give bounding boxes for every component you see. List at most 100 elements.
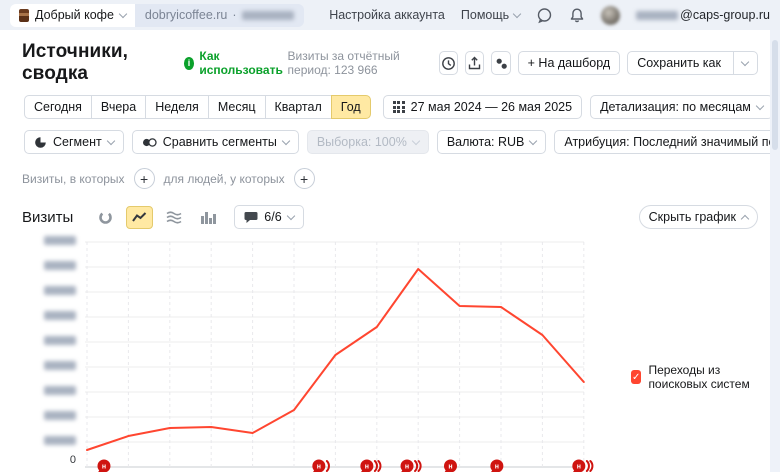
visits-total: Визиты за отчётный период: 123 966 — [288, 49, 424, 77]
chart-legend: ✓ Переходы из поисковых систем — [631, 363, 780, 391]
segment-pie-icon — [34, 136, 47, 149]
add-to-dashboard-button[interactable]: + На дашборд — [518, 51, 621, 75]
top-bar: Добрый кофе dobryicoffee.ru · Настройка … — [0, 0, 780, 30]
save-as-label: Сохранить как — [637, 56, 721, 70]
chevron-down-icon — [286, 211, 294, 219]
detalization-dropdown[interactable]: Детализация: по месяцам — [590, 95, 773, 119]
notes-dropdown[interactable]: 6/6 — [234, 205, 303, 229]
counter-favicon — [19, 9, 29, 22]
period-presets: Сегодня Вчера Неделя Месяц Квартал Год — [24, 95, 371, 119]
y-axis-label-redacted — [30, 286, 76, 295]
filter-conditions: Визиты, в которых + для людей, у которых… — [0, 158, 780, 193]
detalization-label: Детализация: по месяцам — [600, 100, 751, 114]
chart-header: Визиты 6/6 Скрыть график — [0, 193, 780, 229]
chevron-down-icon — [412, 136, 420, 144]
compare-data-button[interactable] — [491, 51, 510, 75]
export-button[interactable] — [465, 51, 484, 75]
preset-quarter[interactable]: Квартал — [265, 95, 332, 119]
chart-title: Визиты — [22, 209, 73, 226]
segment-toolbar: Сегмент Сравнить сегменты Выборка: 100% … — [0, 123, 780, 158]
note-bubble-icon — [244, 211, 258, 224]
line-chart-plot[interactable]: Май 24Июл 24Сен 24Ноя 24Янв 25Мар 25Май … — [85, 242, 595, 472]
two-dots-icon — [494, 56, 509, 71]
legend-checkbox[interactable]: ✓ — [631, 370, 641, 384]
bell-icon[interactable] — [569, 7, 585, 24]
counter-id-redacted — [242, 11, 294, 20]
email-user-redacted — [636, 11, 678, 20]
svg-text:н: н — [365, 464, 369, 471]
counter-selector[interactable]: Добрый кофе dobryicoffee.ru · — [10, 4, 304, 27]
currency-dropdown[interactable]: Валюта: RUB — [437, 130, 547, 154]
notes-count: 6/6 — [264, 210, 281, 224]
account-settings-link[interactable]: Настройка аккаунта — [329, 8, 445, 22]
compare-segments-icon — [142, 136, 157, 149]
date-range-button[interactable]: 27 мая 2024 — 26 мая 2025 — [383, 95, 582, 119]
y-axis-label-redacted — [30, 236, 76, 245]
sampling-label: Выборка: 100% — [317, 135, 407, 149]
scrollbar-track[interactable] — [770, 30, 780, 472]
compare-segments-label: Сравнить сегменты — [163, 135, 277, 149]
add-visit-filter-button[interactable]: + — [134, 168, 155, 189]
help-label: Помощь — [461, 8, 509, 22]
svg-text:н: н — [102, 464, 106, 471]
y-axis-label-redacted — [30, 386, 76, 395]
avatar[interactable] — [601, 6, 620, 25]
y-axis-label-redacted — [30, 361, 76, 370]
line-chart-icon — [132, 211, 147, 224]
currency-label: Валюта: RUB — [447, 135, 525, 149]
svg-text:н: н — [317, 464, 321, 471]
add-people-filter-button[interactable]: + — [294, 168, 315, 189]
y-axis-label-redacted — [30, 336, 76, 345]
counter-domain: dobryicoffee.ru — [145, 8, 227, 22]
visits-chart: 0 Май 24Июл 24Сен 24Ноя 24Янв 25Мар 25Ма… — [0, 235, 780, 472]
chart-type-area-button[interactable] — [160, 206, 187, 229]
preset-yesterday[interactable]: Вчера — [91, 95, 146, 119]
area-chart-icon — [166, 210, 182, 224]
y-axis-label-redacted — [30, 261, 76, 270]
attribution-dropdown[interactable]: Атрибуция: Последний значимый переход кд — [554, 130, 780, 154]
chevron-down-icon — [513, 9, 521, 17]
chevron-down-icon — [756, 101, 764, 109]
counter-domain-id: dobryicoffee.ru · — [135, 4, 304, 27]
attribution-label: Атрибуция: Последний значимый переход — [564, 135, 780, 149]
chart-type-bar-button[interactable] — [194, 206, 221, 229]
people-filter-label: для людей, у которых — [164, 172, 285, 186]
chart-type-donut-button[interactable] — [92, 206, 119, 229]
user-email[interactable]: @caps-group.ru — [636, 8, 770, 22]
help-menu[interactable]: Помощь — [461, 8, 520, 22]
preset-today[interactable]: Сегодня — [24, 95, 92, 119]
clock-icon — [441, 56, 456, 71]
export-icon — [467, 56, 482, 71]
svg-text:н: н — [405, 464, 409, 471]
chevron-down-icon — [119, 9, 127, 17]
scrollbar-thumb[interactable] — [772, 40, 778, 150]
preset-year[interactable]: Год — [331, 95, 371, 119]
save-as-button[interactable]: Сохранить как — [627, 51, 758, 75]
chevron-down-icon — [282, 136, 290, 144]
chat-bubble-icon[interactable] — [536, 7, 553, 24]
preset-month[interactable]: Месяц — [208, 95, 266, 119]
visits-filter-label: Визиты, в которых — [22, 172, 125, 186]
compare-segments-dropdown[interactable]: Сравнить сегменты — [132, 130, 299, 154]
hide-chart-button[interactable]: Скрыть график — [639, 205, 758, 229]
period-toolbar: Сегодня Вчера Неделя Месяц Квартал Год 2… — [0, 92, 780, 123]
history-button[interactable] — [439, 51, 458, 75]
segment-dropdown[interactable]: Сегмент — [24, 130, 124, 154]
calendar-grid-icon — [393, 101, 405, 113]
chevron-down-icon — [106, 136, 114, 144]
page-header: Источники, сводка i Как использовать Виз… — [0, 30, 780, 92]
how-to-use-link[interactable]: i Как использовать — [184, 49, 288, 77]
svg-text:н: н — [495, 464, 499, 471]
info-icon: i — [184, 57, 195, 70]
svg-text:н: н — [448, 464, 452, 471]
preset-week[interactable]: Неделя — [145, 95, 209, 119]
how-to-use-label: Как использовать — [199, 49, 287, 77]
chart-type-line-button[interactable] — [126, 206, 153, 229]
chevron-up-icon — [741, 214, 749, 222]
chevron-down-icon[interactable] — [741, 57, 749, 65]
bar-chart-icon — [200, 210, 216, 224]
chevron-down-icon — [529, 136, 537, 144]
y-axis-label-redacted — [30, 311, 76, 320]
dot-separator: · — [232, 8, 236, 22]
hide-chart-label: Скрыть график — [649, 210, 736, 224]
